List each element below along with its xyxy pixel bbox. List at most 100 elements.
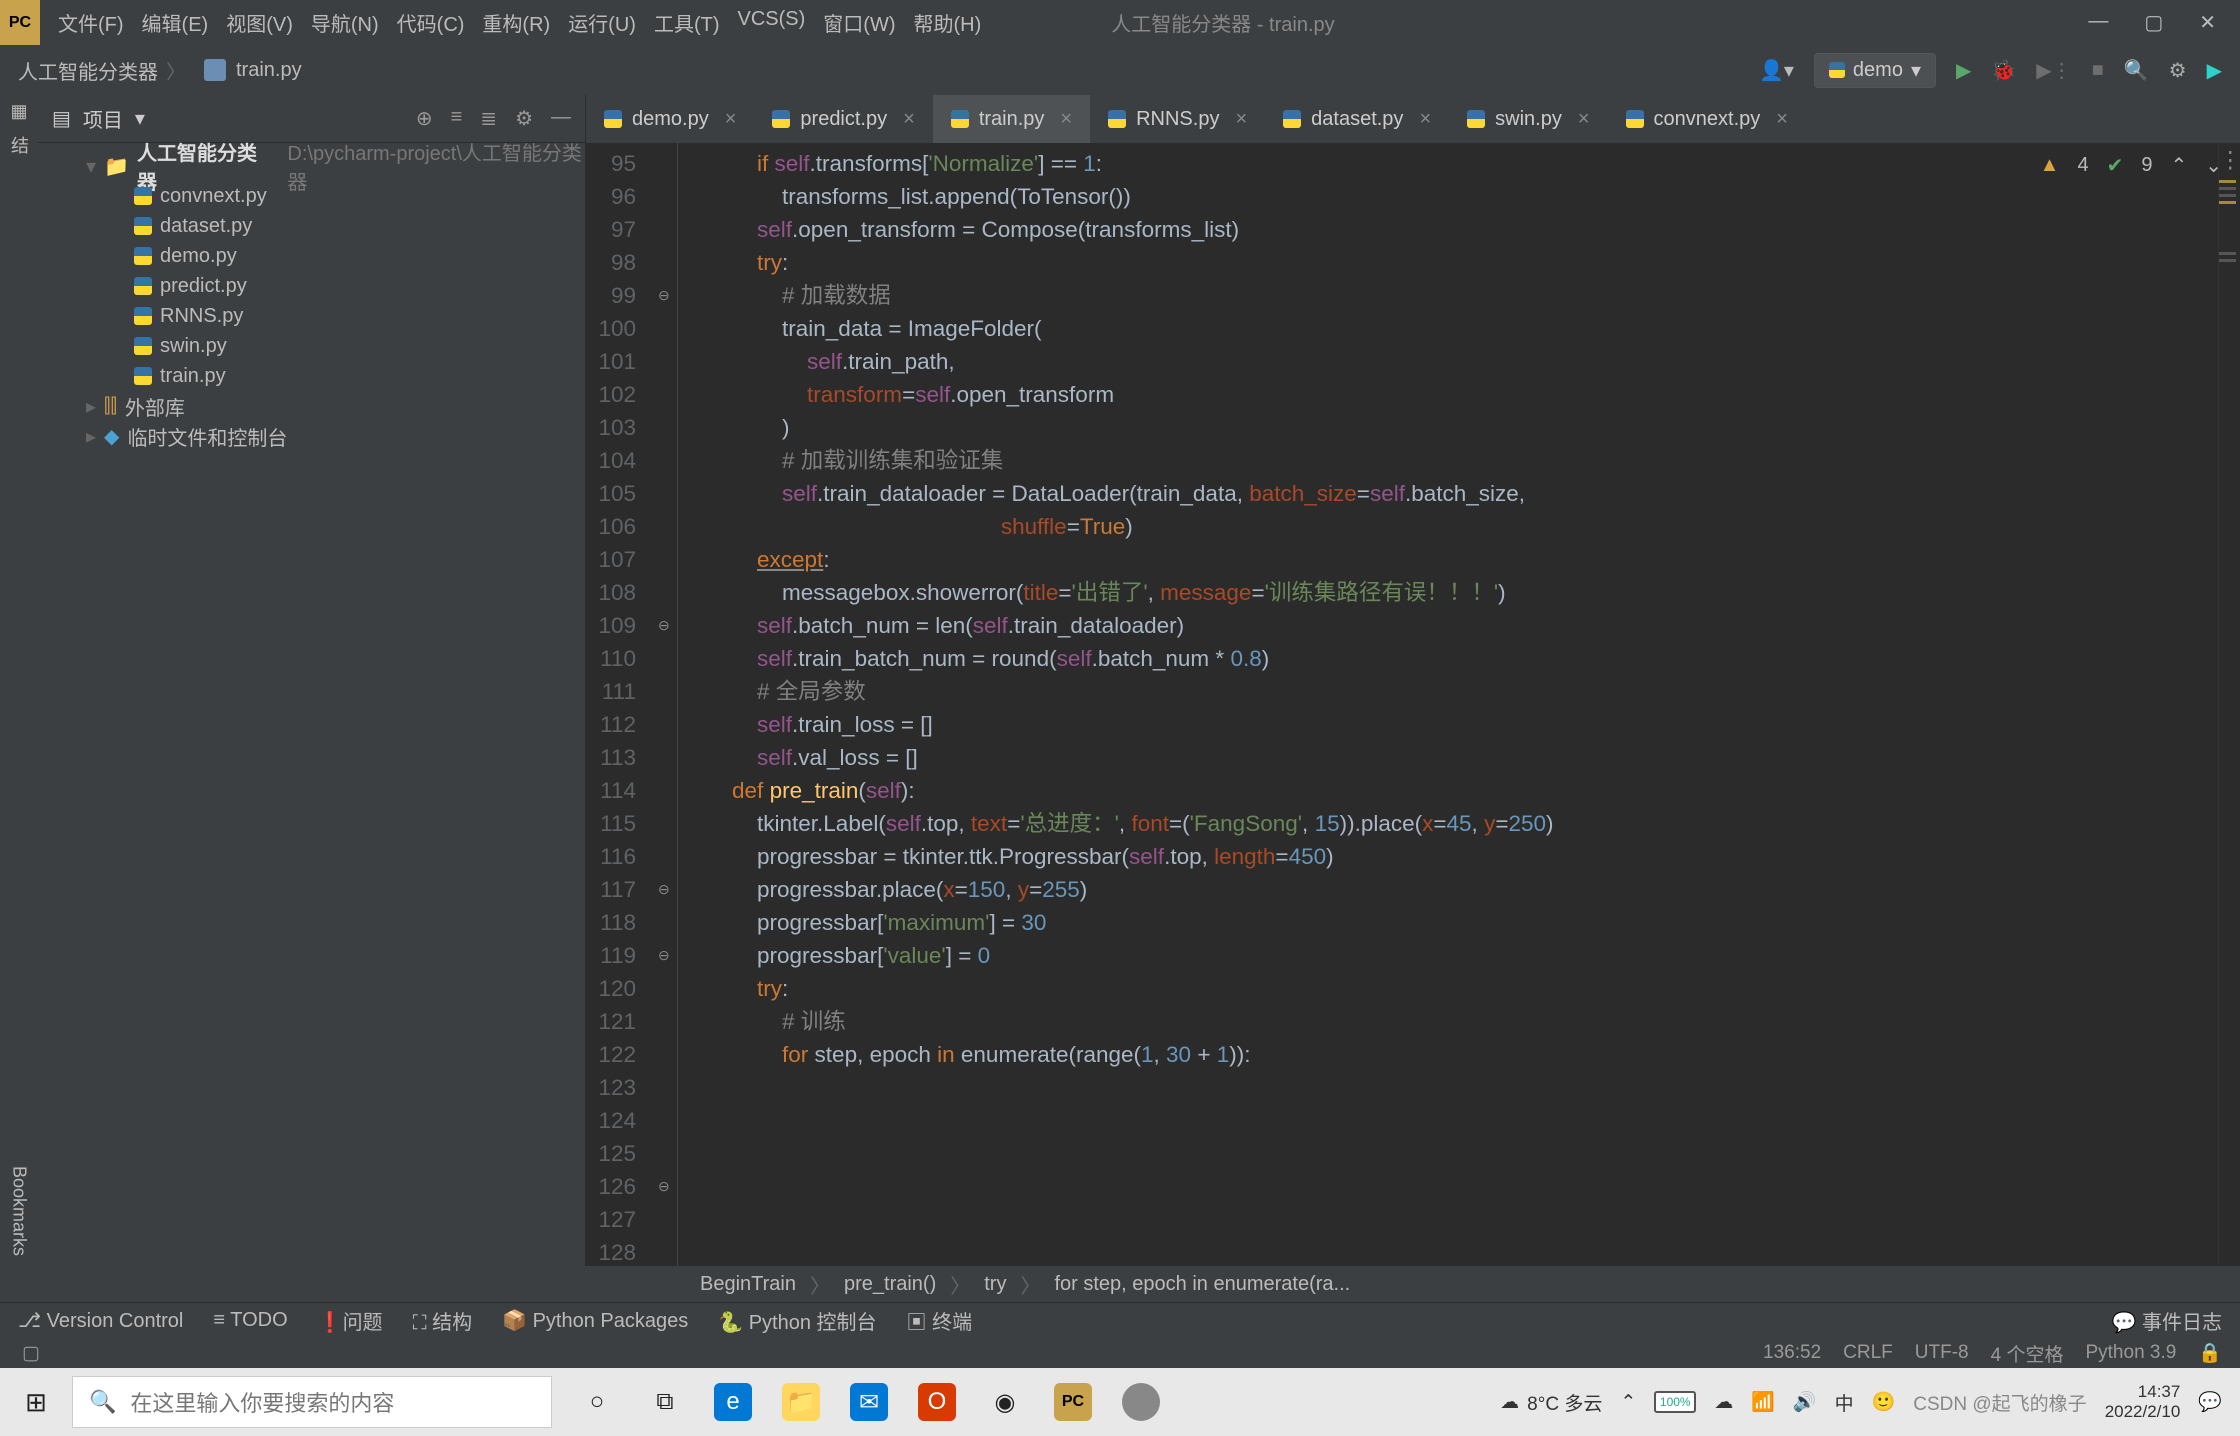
tab-demo-py[interactable]: demo.py× (586, 95, 754, 143)
chevron-down-icon[interactable]: ▾ (135, 106, 145, 131)
up-arrow-icon[interactable]: ⌃ (2170, 153, 2187, 178)
fold-gutter[interactable]: ⊖⊖⊖⊖⊖ (654, 143, 678, 1266)
menu-file[interactable]: 文件(F) (58, 8, 124, 37)
mail-icon[interactable]: ✉ (850, 1383, 888, 1421)
tab-dataset-py[interactable]: dataset.py× (1265, 95, 1449, 143)
close-tab-icon[interactable]: × (1776, 108, 1788, 131)
file-dataset[interactable]: dataset.py (38, 211, 585, 241)
office-icon[interactable]: O (918, 1383, 956, 1421)
menu-run[interactable]: 运行(U) (568, 8, 636, 37)
settings-icon[interactable]: ⚙ (2169, 58, 2187, 83)
minimize-button[interactable]: — (2088, 10, 2108, 35)
tray-expand-icon[interactable]: ⌃ (1620, 1391, 1636, 1414)
plugin-icon[interactable]: ▶ (2207, 58, 2222, 83)
file-rnns[interactable]: RNNS.py (38, 301, 585, 331)
python-packages-button[interactable]: 📦 Python Packages (502, 1308, 688, 1333)
notifications-icon[interactable]: 💬 (2198, 1390, 2222, 1414)
menu-vcs[interactable]: VCS(S) (738, 8, 806, 37)
structure-button[interactable]: ⛶ 结构 (413, 1306, 473, 1335)
breadcrumb-file[interactable]: train.py (236, 59, 302, 82)
line-separator[interactable]: CRLF (1843, 1342, 1893, 1364)
explorer-icon[interactable]: 📁 (782, 1383, 820, 1421)
menu-navigate[interactable]: 导航(N) (311, 8, 379, 37)
hide-icon[interactable]: — (551, 106, 571, 131)
bc-class[interactable]: BeginTrain (700, 1273, 796, 1296)
scrollbar-map[interactable]: ⋮ (2218, 143, 2240, 1266)
app-icon[interactable] (1122, 1383, 1160, 1421)
run-button[interactable]: ▶ (1956, 58, 1971, 83)
search-everywhere-icon[interactable]: 🔍 (2124, 58, 2149, 83)
menu-help[interactable]: 帮助(H) (914, 8, 982, 37)
close-button[interactable]: ✕ (2199, 10, 2216, 35)
close-tab-icon[interactable]: × (1235, 108, 1247, 131)
bc-method[interactable]: pre_train() (844, 1273, 936, 1296)
close-tab-icon[interactable]: × (1578, 108, 1590, 131)
breadcrumb-root[interactable]: 人工智能分类器 (18, 56, 158, 85)
user-dropdown[interactable]: 👤▾ (1759, 58, 1794, 83)
weather-widget[interactable]: ☁ 8°C 多云 (1500, 1389, 1602, 1416)
battery-icon[interactable]: 100% (1654, 1391, 1696, 1413)
close-tab-icon[interactable]: × (725, 108, 737, 131)
lock-icon[interactable]: 🔒 (2198, 1341, 2222, 1365)
version-control-button[interactable]: ⎇ Version Control (18, 1308, 183, 1333)
scratches[interactable]: ▸◆临时文件和控制台 (38, 421, 585, 451)
menu-tools[interactable]: 工具(T) (654, 8, 720, 37)
project-tool-button[interactable]: ▦ (10, 101, 27, 122)
interpreter[interactable]: Python 3.9 (2085, 1342, 2176, 1364)
tool-window-toggle[interactable]: ▢ (22, 1342, 40, 1365)
external-libraries[interactable]: ▸⫿⫿外部库 (38, 391, 585, 421)
bc-for[interactable]: for step, epoch in enumerate(ra... (1054, 1273, 1350, 1296)
edge-icon[interactable]: e (714, 1383, 752, 1421)
cursor-position[interactable]: 136:52 (1763, 1342, 1821, 1364)
file-train[interactable]: train.py (38, 361, 585, 391)
file-swin[interactable]: swin.py (38, 331, 585, 361)
stop-button[interactable]: ■ (2092, 59, 2104, 82)
line-gutter[interactable]: 9596979899100101102103104105106107108109… (586, 143, 654, 1266)
event-log-button[interactable]: 💬 事件日志 (2112, 1306, 2222, 1335)
windows-search[interactable]: 🔍 在这里输入你要搜索的内容 (72, 1376, 552, 1428)
file-demo[interactable]: demo.py (38, 241, 585, 271)
project-view-title[interactable]: 项目 (83, 104, 123, 133)
run-config-selector[interactable]: demo ▾ (1814, 53, 1936, 88)
debug-button[interactable]: 🐞 (1991, 58, 2016, 83)
tab-RNNS-py[interactable]: RNNS.py× (1090, 95, 1265, 143)
close-tab-icon[interactable]: × (1419, 108, 1431, 131)
encoding[interactable]: UTF-8 (1915, 1342, 1969, 1364)
collapse-all-icon[interactable]: ≣ (480, 106, 497, 131)
volume-icon[interactable]: 🔊 (1793, 1390, 1817, 1414)
start-button[interactable]: ⊞ (0, 1387, 72, 1418)
tab-swin-py[interactable]: swin.py× (1449, 95, 1607, 143)
bc-try[interactable]: try (984, 1273, 1006, 1296)
settings-icon[interactable]: ⚙ (515, 106, 533, 131)
close-tab-icon[interactable]: × (1060, 108, 1072, 131)
wifi-icon[interactable]: 📶 (1751, 1390, 1775, 1414)
menu-refactor[interactable]: 重构(R) (482, 8, 550, 37)
bookmarks-tool-button[interactable]: Bookmarks (9, 1166, 30, 1256)
indent[interactable]: 4 个空格 (1991, 1340, 2064, 1367)
locate-icon[interactable]: ⊕ (416, 106, 433, 131)
tab-train-py[interactable]: train.py× (933, 95, 1090, 143)
menu-window[interactable]: 窗口(W) (823, 8, 895, 37)
chrome-icon[interactable]: ◉ (986, 1383, 1024, 1421)
tab-convnext-py[interactable]: convnext.py× (1608, 95, 1806, 143)
source-code[interactable]: if self.transforms['Normalize'] == 1: tr… (678, 143, 2218, 1266)
pycharm-taskbar-icon[interactable]: PC (1054, 1383, 1092, 1421)
terminal-button[interactable]: ▣ 终端 (907, 1306, 973, 1335)
file-predict[interactable]: predict.py (38, 271, 585, 301)
menu-code[interactable]: 代码(C) (397, 8, 465, 37)
todo-button[interactable]: ≡ TODO (213, 1309, 287, 1332)
menu-edit[interactable]: 编辑(E) (142, 8, 209, 37)
coverage-button[interactable]: ▶⋮ (2036, 58, 2071, 83)
project-root[interactable]: ▾📁 人工智能分类器 D:\pycharm-project\人工智能分类器 (38, 151, 585, 181)
menu-view[interactable]: 视图(V) (226, 8, 293, 37)
down-arrow-icon[interactable]: ⌄ (2205, 153, 2222, 178)
tab-predict-py[interactable]: predict.py× (754, 95, 932, 143)
ime-icon[interactable]: 中 (1835, 1389, 1854, 1416)
maximize-button[interactable]: ▢ (2144, 10, 2163, 35)
cortana-icon[interactable]: ○ (578, 1383, 616, 1421)
inspection-widget[interactable]: ▲4 ✔9 ⌃ ⌄ (2040, 153, 2222, 178)
expand-all-icon[interactable]: ≡ (451, 106, 463, 131)
ime-mode-icon[interactable]: 🙂 (1872, 1390, 1896, 1414)
problems-button[interactable]: ❗问题 (318, 1306, 383, 1335)
structure-tool-button[interactable]: 结 (6, 136, 32, 154)
